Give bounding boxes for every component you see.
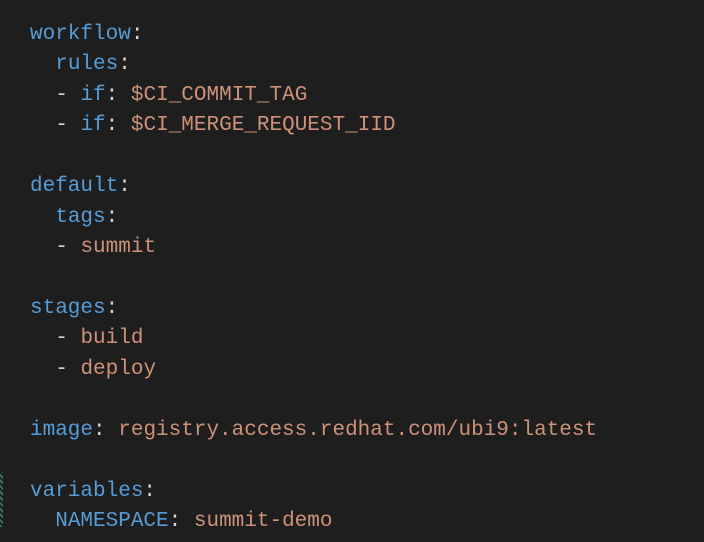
colon: : (106, 114, 131, 137)
dash: - (55, 114, 80, 137)
indent (30, 327, 55, 350)
blank-line (30, 446, 674, 476)
yaml-key-image: image (30, 419, 93, 442)
code-line: rules: (30, 50, 674, 80)
dash: - (55, 327, 80, 350)
code-line: NAMESPACE: summit-demo (30, 507, 674, 537)
indent (30, 236, 55, 259)
colon: : (93, 419, 118, 442)
yaml-value: summit (80, 236, 156, 259)
code-line: stages: (30, 294, 674, 324)
dash: - (55, 84, 80, 107)
yaml-value: registry.access.redhat.com/ubi9:latest (118, 419, 597, 442)
code-line: variables: (30, 477, 674, 507)
colon: : (106, 206, 119, 229)
indent (30, 206, 55, 229)
yaml-value: summit-demo (194, 510, 333, 533)
colon: : (118, 53, 131, 76)
yaml-value: build (80, 327, 143, 350)
blank-line (30, 142, 674, 172)
indent (30, 84, 55, 107)
yaml-key-rules: rules (55, 53, 118, 76)
code-line: - if: $CI_COMMIT_TAG (30, 81, 674, 111)
code-line: - build (30, 324, 674, 354)
yaml-value: deploy (80, 358, 156, 381)
colon: : (118, 175, 131, 198)
code-editor-content[interactable]: workflow: rules: - if: $CI_COMMIT_TAG - … (30, 20, 674, 537)
colon: : (106, 84, 131, 107)
yaml-key-workflow: workflow (30, 23, 131, 46)
code-line: image: registry.access.redhat.com/ubi9:l… (30, 416, 674, 446)
blank-line (30, 385, 674, 415)
yaml-value: $CI_MERGE_REQUEST_IID (131, 114, 396, 137)
colon: : (143, 480, 156, 503)
dash: - (55, 236, 80, 259)
code-line: - deploy (30, 355, 674, 385)
code-line: - summit (30, 233, 674, 263)
indent (30, 53, 55, 76)
colon: : (131, 23, 144, 46)
indent (30, 510, 55, 533)
yaml-key-stages: stages (30, 297, 106, 320)
code-line: default: (30, 172, 674, 202)
indent (30, 114, 55, 137)
yaml-key-variables: variables (30, 480, 143, 503)
yaml-key-if: if (80, 84, 105, 107)
indent (30, 358, 55, 381)
yaml-key-if: if (80, 114, 105, 137)
yaml-value: $CI_COMMIT_TAG (131, 84, 307, 107)
yaml-key-tags: tags (55, 206, 105, 229)
code-line: - if: $CI_MERGE_REQUEST_IID (30, 111, 674, 141)
blank-line (30, 264, 674, 294)
yaml-key-default: default (30, 175, 118, 198)
yaml-key-namespace: NAMESPACE (55, 510, 168, 533)
colon: : (169, 510, 194, 533)
code-line: workflow: (30, 20, 674, 50)
code-line: tags: (30, 203, 674, 233)
dash: - (55, 358, 80, 381)
colon: : (106, 297, 119, 320)
gutter-change-marker (0, 472, 3, 527)
